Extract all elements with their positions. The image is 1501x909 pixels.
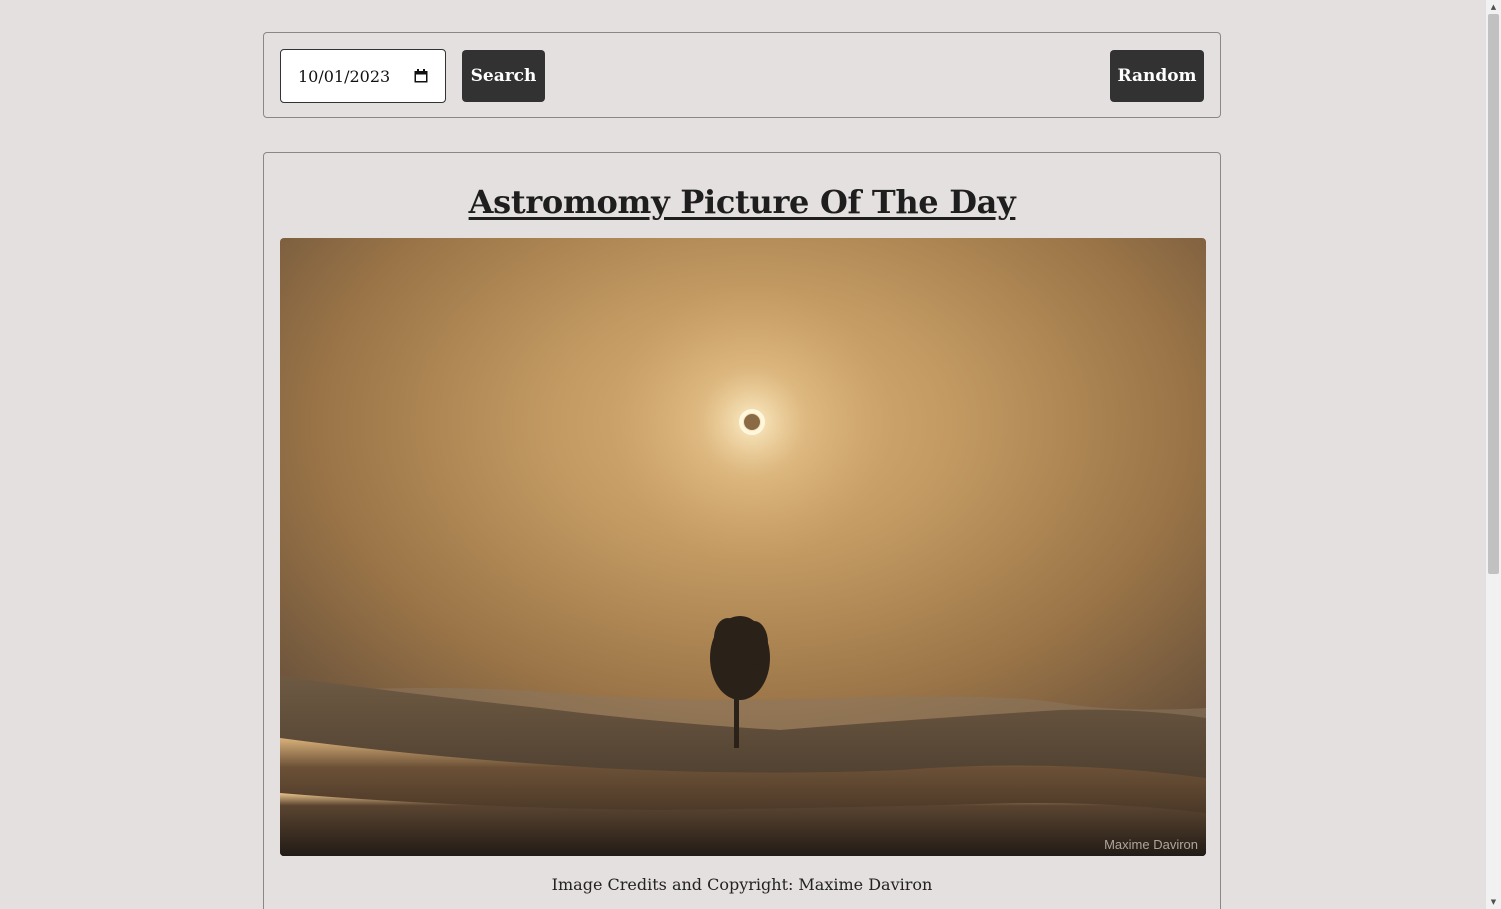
- image-credits: Image Credits and Copyright: Maxime Davir…: [264, 875, 1220, 894]
- random-button[interactable]: Random: [1110, 50, 1204, 102]
- search-toolbar: 10/01/2023 Search Random: [263, 32, 1221, 118]
- page-scrollbar[interactable]: ▲ ▼: [1486, 0, 1501, 909]
- search-button[interactable]: Search: [462, 50, 545, 102]
- apod-image: Maxime Daviron: [280, 238, 1206, 856]
- image-watermark: Maxime Daviron: [1104, 837, 1198, 852]
- scrollbar-thumb[interactable]: [1488, 14, 1499, 574]
- credit-name: Maxime Daviron: [798, 875, 933, 894]
- page-title: Astromomy Picture Of The Day: [468, 183, 1016, 221]
- chevron-down-icon[interactable]: ▼: [1486, 895, 1501, 909]
- apod-card: Astromomy Picture Of The Day Maxime Davi…: [263, 152, 1221, 909]
- chevron-up-icon[interactable]: ▲: [1486, 0, 1501, 14]
- credit-prefix: Image Credits and Copyright:: [551, 875, 794, 894]
- date-input[interactable]: 10/01/2023: [280, 49, 446, 103]
- calendar-icon[interactable]: [414, 69, 428, 83]
- page: 10/01/2023 Search Random Astromomy Pictu…: [0, 0, 1501, 909]
- date-value: 10/01/2023: [298, 66, 391, 86]
